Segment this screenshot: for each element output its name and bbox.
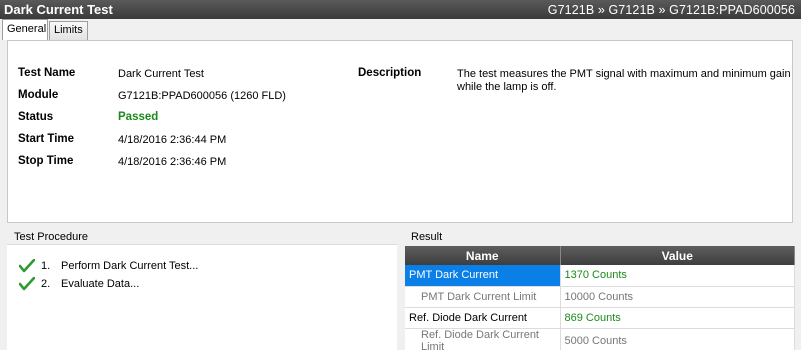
- table-row[interactable]: Ref. Diode Dark Current Limit 5000 Count…: [405, 328, 795, 350]
- result-name[interactable]: PMT Dark Current: [405, 265, 561, 287]
- status-value: Passed: [118, 111, 159, 123]
- result-name[interactable]: PMT Dark Current Limit: [405, 286, 561, 308]
- test-name-value: Dark Current Test: [118, 68, 204, 80]
- description-label: Description: [358, 67, 422, 79]
- test-info-panel: Test Name Dark Current Test Module G7121…: [7, 40, 793, 223]
- result-value[interactable]: 10000 Counts: [560, 286, 795, 308]
- stop-time-value: 4/18/2016 2:36:46 PM: [118, 156, 227, 168]
- procedure-group-label: Test Procedure: [14, 231, 88, 243]
- table-row[interactable]: PMT Dark Current 1370 Counts: [405, 265, 795, 287]
- result-group-label: Result: [411, 231, 443, 243]
- result-value[interactable]: 1370 Counts: [560, 265, 795, 287]
- tab-general[interactable]: General: [2, 19, 48, 40]
- title-bar: Dark Current Test G7121B » G7121B » G712…: [0, 0, 801, 19]
- table-row[interactable]: Ref. Diode Dark Current 869 Counts: [405, 307, 795, 329]
- step-text: Evaluate Data...: [61, 278, 140, 290]
- column-header-name[interactable]: Name: [405, 246, 561, 265]
- procedure-step: 1. Perform Dark Current Test...: [18, 258, 199, 273]
- tab-strip: General Limits: [0, 19, 801, 40]
- procedure-panel: 1. Perform Dark Current Test... 2. Evalu…: [7, 244, 397, 350]
- result-name[interactable]: Ref. Diode Dark Current Limit: [405, 328, 561, 350]
- result-value[interactable]: 869 Counts: [560, 307, 795, 329]
- module-label: Module: [18, 89, 59, 101]
- module-value: G7121B:PPAD600056 (1260 FLD): [118, 90, 286, 102]
- table-row[interactable]: PMT Dark Current Limit 10000 Counts: [405, 286, 795, 308]
- check-icon: [18, 276, 36, 291]
- step-number: 1.: [41, 260, 51, 272]
- result-table: Name Value PMT Dark Current 1370 Counts …: [405, 246, 795, 350]
- tab-limits[interactable]: Limits: [49, 21, 88, 40]
- step-number: 2.: [41, 278, 51, 290]
- breadcrumb[interactable]: G7121B » G7121B » G7121B:PPAD600056: [548, 3, 795, 17]
- description-line-2: while the lamp is off.: [457, 81, 557, 93]
- check-icon: [18, 258, 36, 273]
- start-time-value: 4/18/2016 2:36:44 PM: [118, 134, 227, 146]
- column-header-value[interactable]: Value: [560, 246, 795, 265]
- stop-time-label: Stop Time: [18, 155, 74, 167]
- procedure-step: 2. Evaluate Data...: [18, 276, 140, 291]
- result-value[interactable]: 5000 Counts: [560, 328, 795, 350]
- result-name[interactable]: Ref. Diode Dark Current: [405, 307, 561, 329]
- description-line-1: The test measures the PMT signal with ma…: [457, 68, 791, 80]
- window-title: Dark Current Test: [4, 2, 113, 17]
- table-header-row: Name Value: [405, 246, 795, 265]
- step-text: Perform Dark Current Test...: [61, 260, 199, 272]
- status-label: Status: [18, 111, 54, 123]
- test-name-label: Test Name: [18, 67, 76, 79]
- start-time-label: Start Time: [18, 133, 75, 145]
